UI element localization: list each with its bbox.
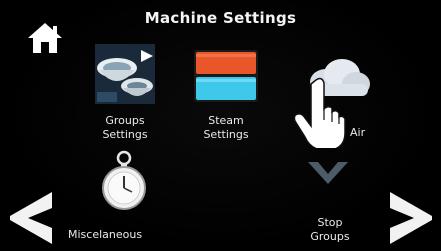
pointer-hand-icon (294, 77, 346, 148)
next-page-button[interactable] (388, 190, 434, 246)
stop-groups-label-line2: Groups (310, 230, 350, 243)
steam-settings-label: Steam Settings (188, 114, 264, 142)
steam-label-line1: Steam (208, 114, 244, 127)
page-title: Machine Settings (144, 9, 297, 27)
cups-icon (95, 44, 155, 104)
chevron-left-icon (10, 192, 52, 244)
steam-panel-icon (194, 50, 258, 102)
machine-settings-screen: Machine Settings Groups Settings Steam S… (0, 0, 441, 251)
groups-settings-label: Groups Settings (88, 114, 162, 142)
steam-settings-button[interactable]: Steam Settings (188, 50, 264, 154)
air-label: Air (350, 126, 366, 139)
groups-settings-button[interactable]: Groups Settings (88, 44, 164, 154)
stop-groups-button[interactable]: Stop Groups (290, 158, 370, 248)
groups-label-line2: Settings (102, 128, 148, 141)
groups-label-line1: Groups (105, 114, 145, 127)
previous-page-button[interactable] (8, 190, 54, 246)
steam-label-line2: Settings (203, 128, 249, 141)
stopwatch-icon (102, 150, 146, 210)
stop-groups-label: Stop Groups (290, 216, 370, 244)
air-button[interactable]: Air (290, 54, 380, 154)
chevron-right-icon (390, 192, 432, 244)
miscellaneous-label: Miscelaneous (68, 228, 143, 241)
stop-groups-label-line1: Stop (317, 216, 343, 229)
chevron-down-icon (308, 162, 348, 184)
miscellaneous-button[interactable]: Miscelaneous (64, 150, 184, 244)
